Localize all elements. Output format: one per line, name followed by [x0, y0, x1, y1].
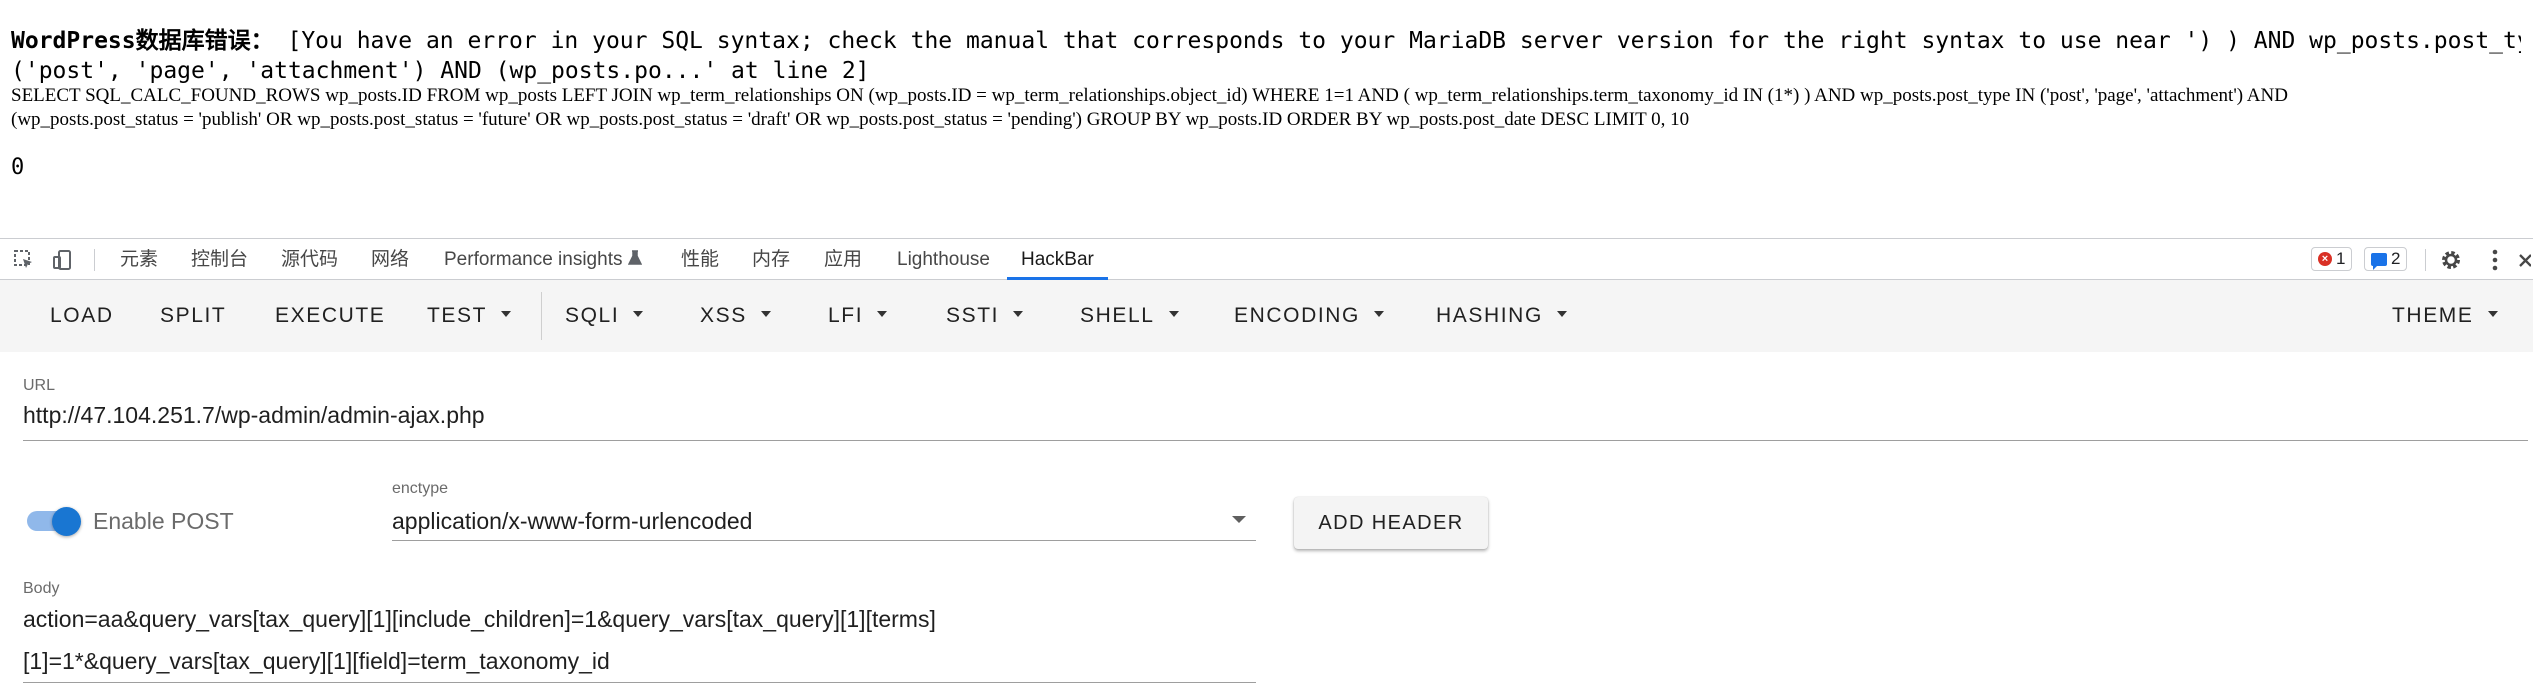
page-content: WordPress数据库错误： [You have an error in yo…	[0, 0, 2533, 238]
close-devtools-icon[interactable]	[2515, 247, 2533, 273]
lfi-label: LFI	[828, 304, 864, 327]
enctype-select-underline	[392, 540, 1256, 541]
message-count: 2	[2391, 249, 2401, 268]
error-message-part-1: [You have an error in your SQL syntax; c…	[273, 28, 2521, 54]
tab-network[interactable]: 网络	[371, 239, 409, 280]
sql-query-line-2: (wp_posts.post_status = 'publish' OR wp_…	[11, 109, 1690, 130]
xss-label: XSS	[700, 304, 747, 327]
tab-console[interactable]: 控制台	[191, 239, 248, 280]
tab-performance-insights[interactable]: Performance insights	[444, 239, 642, 280]
error-prefix: WordPress数据库错误：	[11, 28, 274, 54]
tab-hackbar[interactable]: HackBar	[1007, 239, 1108, 280]
more-options-icon[interactable]	[2482, 247, 2508, 273]
error-icon: ×	[2318, 252, 2332, 266]
sql-error-line-1: WordPress数据库错误： [You have an error in yo…	[11, 26, 2521, 56]
add-header-button[interactable]: ADD HEADER	[1294, 497, 1488, 549]
tab-performance-insights-label: Performance insights	[444, 249, 623, 270]
hackbar-body: URL http://47.104.251.7/wp-admin/admin-a…	[0, 352, 2533, 700]
execute-button[interactable]: EXECUTE	[275, 280, 385, 352]
flask-icon	[627, 250, 642, 265]
chevron-down-icon	[633, 311, 644, 318]
sql-error-line-2: ('post', 'page', 'attachment') AND (wp_p…	[11, 58, 870, 84]
devtools-tabbar: 元素 控制台 源代码 网络 Performance insights 性能 内存…	[0, 238, 2533, 280]
xss-menu-button[interactable]: XSS	[700, 280, 771, 352]
body-textarea-underline	[23, 682, 1256, 683]
enctype-select[interactable]: application/x-www-form-urlencoded	[392, 508, 752, 535]
hashing-menu-button[interactable]: HASHING	[1436, 280, 1567, 352]
chevron-down-icon	[1373, 311, 1384, 318]
device-toolbar-icon[interactable]	[50, 247, 76, 273]
sqli-label: SQLI	[565, 304, 620, 327]
ssti-menu-button[interactable]: SSTI	[946, 280, 1024, 352]
chevron-down-icon[interactable]	[1232, 516, 1246, 523]
tab-application[interactable]: 应用	[824, 239, 862, 280]
chevron-down-icon	[1168, 311, 1179, 318]
body-label: Body	[23, 580, 60, 597]
chevron-down-icon	[760, 311, 771, 318]
tab-memory[interactable]: 内存	[752, 239, 790, 280]
theme-label: THEME	[2392, 304, 2474, 327]
shell-label: SHELL	[1080, 304, 1155, 327]
body-line-1: action=aa&query_vars[tax_query][1][inclu…	[23, 606, 936, 632]
chevron-down-icon	[501, 311, 512, 318]
message-icon	[2371, 252, 2387, 270]
toolbar-divider	[541, 292, 542, 340]
error-count-badge[interactable]: × 1	[2311, 247, 2353, 271]
tab-sources[interactable]: 源代码	[281, 239, 338, 280]
enable-post-label: Enable POST	[93, 508, 234, 534]
settings-gear-icon[interactable]	[2438, 247, 2464, 273]
chevron-down-icon	[877, 311, 888, 318]
url-input-underline	[23, 440, 2528, 441]
chevron-down-icon	[1556, 311, 1567, 318]
url-label: URL	[23, 377, 56, 394]
encoding-label: ENCODING	[1234, 304, 1360, 327]
sqli-menu-button[interactable]: SQLI	[565, 280, 644, 352]
load-button[interactable]: LOAD	[50, 280, 114, 352]
split-button[interactable]: SPLIT	[160, 280, 226, 352]
tab-elements[interactable]: 元素	[120, 239, 158, 280]
body-line-2: [1]=1*&query_vars[tax_query][1][field]=t…	[23, 648, 610, 674]
enctype-label: enctype	[392, 480, 449, 497]
message-count-badge[interactable]: 2	[2364, 247, 2408, 271]
tab-performance[interactable]: 性能	[681, 239, 719, 280]
test-label: TEST	[427, 304, 488, 327]
theme-menu-button[interactable]: THEME	[2392, 280, 2498, 352]
sql-query-line-1: SELECT SQL_CALC_FOUND_ROWS wp_posts.ID F…	[11, 85, 2288, 106]
lfi-menu-button[interactable]: LFI	[828, 280, 888, 352]
enable-post-toggle-knob[interactable]	[52, 507, 81, 536]
url-input[interactable]: http://47.104.251.7/wp-admin/admin-ajax.…	[23, 402, 485, 429]
hashing-label: HASHING	[1436, 304, 1543, 327]
shell-menu-button[interactable]: SHELL	[1080, 280, 1179, 352]
tab-lighthouse[interactable]: Lighthouse	[897, 239, 990, 280]
hackbar-toolbar: LOAD SPLIT EXECUTE TEST SQLI XSS LFI SST…	[0, 280, 2533, 352]
ssti-label: SSTI	[946, 304, 1000, 327]
tabbar-divider	[94, 249, 95, 271]
error-count: 1	[2336, 249, 2346, 268]
chevron-down-icon	[2487, 311, 2498, 318]
encoding-menu-button[interactable]: ENCODING	[1234, 280, 1384, 352]
inspect-element-icon[interactable]	[11, 247, 37, 273]
chevron-down-icon	[1013, 311, 1024, 318]
output-value: 0	[11, 155, 25, 180]
tabbar-divider-right	[2425, 249, 2426, 271]
test-menu-button[interactable]: TEST	[427, 280, 512, 352]
